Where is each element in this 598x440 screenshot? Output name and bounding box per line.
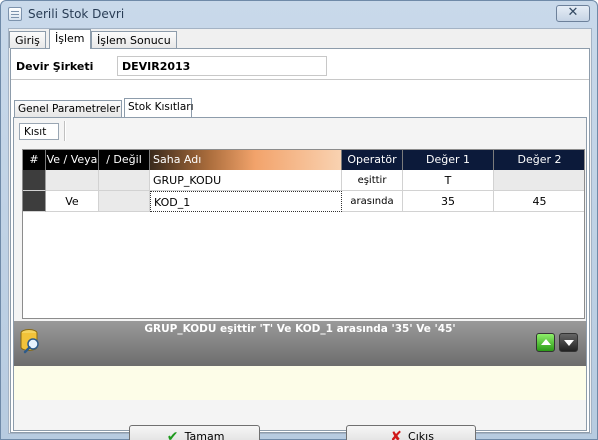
cell-deger-2[interactable] [494,170,584,191]
cell-ve-veya[interactable] [46,170,99,191]
title-bar: Serili Stok Devri ✕ [1,1,597,27]
ok-button[interactable]: ✔ Tamam [129,425,260,440]
dialog-client: Giriş İşlem İşlem Sonucu Devir Şirketi D… [8,28,592,440]
islem-panel: Devir Şirketi DEVIR2013 Genel Parametrel… [10,48,590,440]
arrow-down-icon [564,340,574,346]
table-row[interactable]: Ve KOD_1 arasında 35 45 [23,191,584,212]
tab-islem-sonucu[interactable]: İşlem Sonucu [91,31,177,48]
column-header-deger-2[interactable]: Değer 2 [494,150,584,170]
cell-operator[interactable]: arasında [342,191,403,212]
move-up-button[interactable] [536,333,555,352]
column-header-deger-1[interactable]: Değer 1 [403,150,494,170]
tab-genel-parametreler[interactable]: Genel Parametreler [14,100,122,117]
cell-deger-1[interactable]: 35 [403,191,494,212]
note-area [14,366,586,400]
ok-button-label: Tamam [184,430,225,440]
window-title: Serili Stok Devri [28,7,125,21]
dialog-window: Serili Stok Devri ✕ Giriş İşlem İşlem So… [0,0,598,440]
cell-operator[interactable]: eşittir [342,170,403,191]
cell-saha-adi[interactable]: KOD_1 [150,191,342,212]
row-selector[interactable] [23,170,46,191]
company-section: Devir Şirketi DEVIR2013 [11,49,589,80]
tab-islem[interactable]: İşlem [49,29,91,49]
company-field[interactable]: DEVIR2013 [117,56,327,76]
arrow-up-icon [541,339,551,345]
tab-stok-kisitlari[interactable]: Stok Kısıtları [124,98,194,117]
tab-giris[interactable]: Giriş [9,31,46,48]
tab-kisit[interactable]: Kısıt [19,123,59,140]
stok-kisitlari-panel: Kısıt # Ve / Veya / Değil Saha Adı Opera… [13,117,587,431]
column-header-saha-adi[interactable]: Saha Adı [150,150,342,170]
x-icon: ✘ [390,429,402,440]
exit-button[interactable]: ✘ Çıkış [346,425,476,440]
close-button[interactable]: ✕ [556,5,590,22]
column-header-operator[interactable]: Operatör [342,150,403,170]
column-header-ve-veya[interactable]: Ve / Veya [46,150,99,170]
move-down-button[interactable] [559,333,578,352]
database-search-icon[interactable] [20,328,42,354]
table-row[interactable]: GRUP_KODU eşittir T [23,170,584,191]
cell-ve-veya[interactable]: Ve [46,191,99,212]
checkmark-icon: ✔ [166,429,179,440]
cell-degil[interactable] [99,191,150,212]
cell-deger-1[interactable]: T [403,170,494,191]
exit-button-label: Çıkış [408,430,434,440]
cell-degil[interactable] [99,170,150,191]
constraint-grid[interactable]: # Ve / Veya / Değil Saha Adı Operatör De… [22,149,585,319]
filter-summary-text: GRUP_KODU eşittir 'T' Ve KOD_1 arasında … [144,323,456,335]
stock-transfer-icon [8,7,22,21]
toolbar-separator [64,121,66,141]
company-label: Devir Şirketi [16,60,94,73]
cell-deger-2[interactable]: 45 [494,191,584,212]
cell-saha-adi[interactable]: GRUP_KODU [150,170,342,191]
filter-summary-bar: GRUP_KODU eşittir 'T' Ve KOD_1 arasında … [14,321,586,366]
column-header-degil[interactable]: / Değil [99,150,150,170]
column-header-index[interactable]: # [23,150,46,170]
grid-header: # Ve / Veya / Değil Saha Adı Operatör De… [23,150,584,170]
row-selector[interactable] [23,191,46,212]
